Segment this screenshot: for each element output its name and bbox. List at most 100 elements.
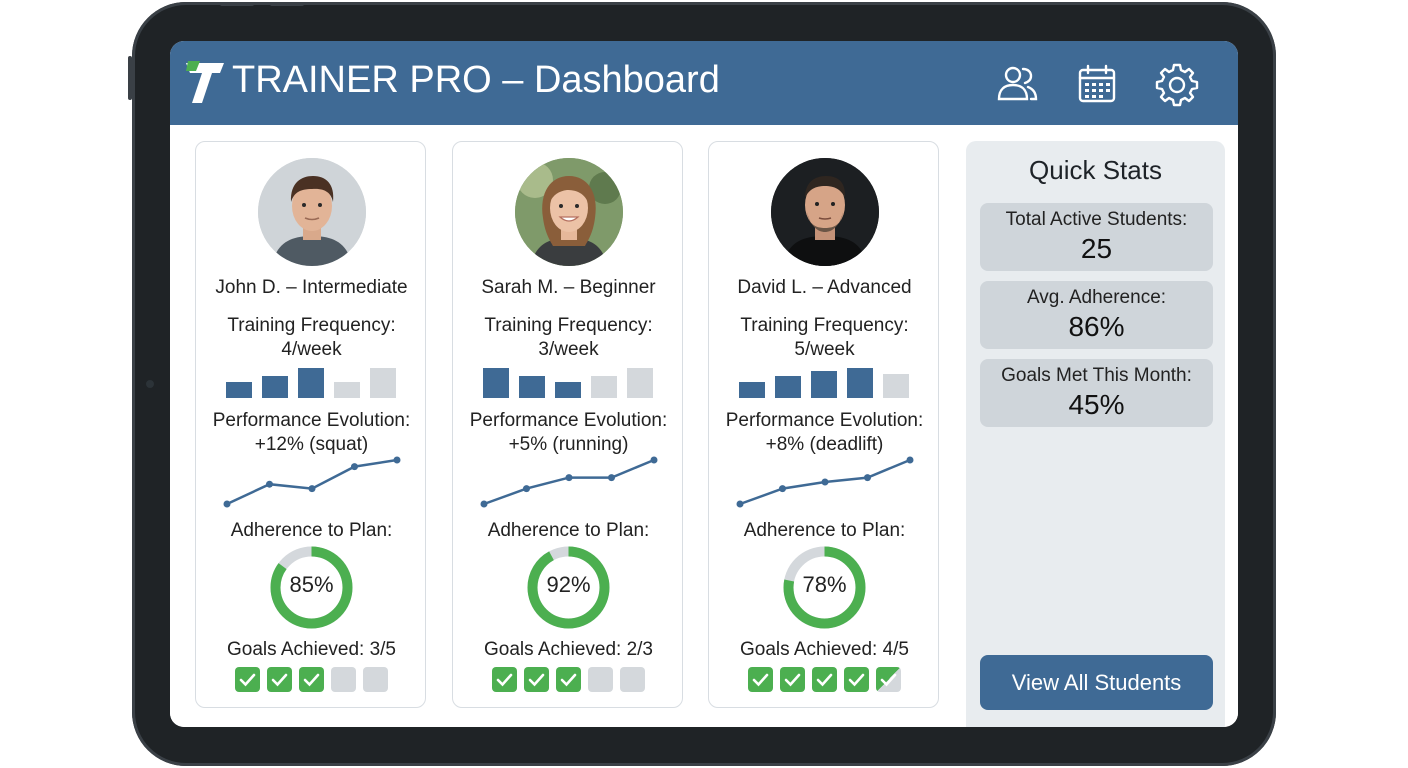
stat-label: Total Active Students:	[1005, 209, 1188, 230]
quick-stats-panel: Quick Stats Total Active Students: 25 Av…	[966, 141, 1225, 727]
goal-checkbox	[299, 667, 324, 692]
frequency-bar	[519, 376, 545, 398]
performance-point	[523, 485, 530, 493]
goal-checkbox	[331, 667, 356, 692]
users-icon[interactable]	[994, 61, 1040, 107]
goals-label: Goals Achieved: 4/5	[740, 639, 909, 660]
stat-total-students: Total Active Students: 25	[980, 203, 1213, 271]
view-all-students-button[interactable]: View All Students	[980, 655, 1213, 710]
frequency-value: 3/week	[538, 339, 599, 360]
logo-icon	[186, 61, 224, 103]
dashboard-content: John D. – Intermediate Training Frequenc…	[170, 125, 1238, 727]
performance-line	[226, 458, 398, 506]
performance-chart	[223, 456, 401, 508]
performance-point	[223, 500, 231, 508]
goal-checkbox	[812, 667, 837, 692]
goal-checkbox	[363, 667, 388, 692]
performance-point	[650, 456, 658, 464]
check-icon	[239, 673, 256, 687]
frequency-bar	[334, 382, 360, 398]
goals-label: Goals Achieved: 3/5	[227, 639, 396, 660]
goal-checkbox	[556, 667, 581, 692]
frequency-bar	[370, 368, 396, 398]
performance-point	[821, 478, 829, 486]
frequency-bar	[627, 368, 653, 398]
page-title: TRAINER PRO – Dashboard	[232, 59, 720, 101]
stat-label: Goals Met This Month:	[1001, 365, 1192, 386]
tablet-side-button	[128, 56, 132, 100]
stat-label: Avg. Adherence:	[1026, 287, 1167, 308]
frequency-value: 4/week	[281, 339, 342, 360]
check-icon	[816, 673, 833, 687]
check-icon	[784, 673, 801, 687]
performance-chart	[480, 456, 658, 508]
adherence-label: Adherence to Plan:	[743, 520, 906, 541]
calendar-icon[interactable]	[1074, 61, 1120, 107]
tablet-button	[220, 2, 254, 6]
frequency-bar	[262, 376, 288, 398]
frequency-bar	[811, 371, 837, 398]
student-name: John D. – Intermediate	[215, 277, 408, 298]
student-card[interactable]: David L. – Advanced Training Frequency: …	[708, 141, 939, 708]
check-icon	[528, 673, 545, 687]
frequency-bar	[555, 382, 581, 398]
performance-label: Performance Evolution:	[469, 410, 668, 431]
tablet-camera	[146, 380, 154, 388]
performance-point	[608, 474, 615, 482]
student-name: David L. – Advanced	[737, 277, 912, 298]
check-icon	[880, 673, 897, 687]
check-icon	[560, 673, 577, 687]
goal-checkbox	[620, 667, 645, 692]
check-icon	[271, 673, 288, 687]
performance-line	[483, 458, 655, 506]
goal-checkbox	[748, 667, 773, 692]
goal-checkbox	[524, 667, 549, 692]
frequency-bars	[737, 364, 912, 398]
goal-checkbox	[844, 667, 869, 692]
goal-checkbox	[780, 667, 805, 692]
student-card[interactable]: Sarah M. – Beginner Training Frequency: …	[452, 141, 683, 708]
frequency-bar	[847, 368, 873, 398]
performance-point	[308, 485, 316, 493]
stat-avg-adherence: Avg. Adherence: 86%	[980, 281, 1213, 349]
frequency-bar	[483, 368, 509, 398]
goal-checkbox	[876, 667, 901, 692]
goal-checkbox	[492, 667, 517, 692]
student-name: Sarah M. – Beginner	[481, 277, 656, 298]
frequency-bar	[298, 368, 324, 398]
performance-point	[864, 474, 871, 482]
frequency-bars	[481, 364, 656, 398]
performance-point	[906, 456, 914, 464]
goals-checkboxes	[492, 667, 652, 693]
quick-stats-title: Quick Stats	[1029, 155, 1162, 185]
frequency-bar	[775, 376, 801, 398]
check-icon	[303, 673, 320, 687]
frequency-bars	[224, 364, 399, 398]
app-screen: TRAINER PRO – Dashboard John D. – Interm…	[170, 41, 1238, 727]
performance-label: Performance Evolution:	[725, 410, 924, 431]
performance-point	[565, 474, 573, 482]
goals-checkboxes	[748, 667, 908, 693]
gear-icon[interactable]	[1154, 61, 1200, 107]
adherence-value: 92%	[546, 572, 591, 597]
performance-point	[736, 500, 744, 508]
frequency-label: Training Frequency:	[227, 315, 396, 336]
frequency-label: Training Frequency:	[740, 315, 909, 336]
performance-point	[266, 480, 273, 488]
tablet-button	[270, 2, 304, 6]
performance-point	[393, 456, 401, 464]
stat-value: 45%	[1068, 389, 1125, 420]
adherence-value: 78%	[802, 572, 847, 597]
adherence-label: Adherence to Plan:	[487, 520, 650, 541]
performance-point	[779, 485, 786, 493]
frequency-bar	[739, 382, 765, 398]
student-card[interactable]: John D. – Intermediate Training Frequenc…	[195, 141, 426, 708]
adherence-value: 85%	[289, 572, 334, 597]
frequency-label: Training Frequency:	[484, 315, 653, 336]
goal-checkbox	[588, 667, 613, 692]
goals-label: Goals Achieved: 2/3	[484, 639, 653, 660]
frequency-bar	[883, 374, 909, 398]
frequency-bar	[591, 376, 617, 398]
stat-goals-met: Goals Met This Month: 45%	[980, 359, 1213, 427]
stat-value: 86%	[1068, 311, 1125, 342]
